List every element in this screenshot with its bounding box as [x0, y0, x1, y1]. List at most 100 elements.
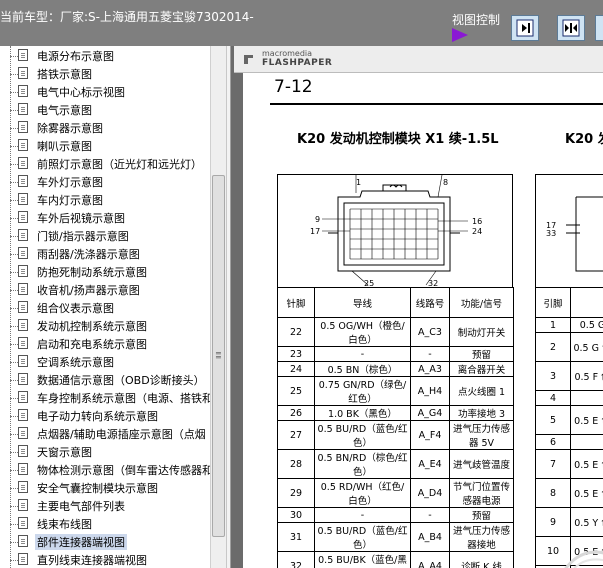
- tree-item[interactable]: 车身控制系统示意图（电源、搭铁和: [0, 389, 210, 407]
- table-row: 320.5 BU/BK（蓝色/黑色）A_A4诊断 K 线: [277, 551, 514, 568]
- tree-item[interactable]: 收音机/扬声器示意图: [0, 281, 210, 299]
- tree-item-label: 车内灯示意图: [37, 194, 103, 207]
- view-more-button[interactable]: [595, 15, 603, 41]
- play-arrow-icon[interactable]: [452, 28, 468, 42]
- tree-item-label: 除雾器示意图: [37, 122, 103, 135]
- page-title: 7-12: [274, 77, 313, 97]
- tree-item[interactable]: 门锁/指示器示意图: [0, 227, 210, 245]
- document-icon: [18, 463, 28, 475]
- tree-item[interactable]: 安全气囊控制模块示意图: [0, 479, 210, 497]
- scrollbar-thumb[interactable]: ═ ═: [212, 175, 225, 537]
- tree-item-label: 线束布线图: [37, 518, 92, 531]
- tree-item[interactable]: 启动和充电系统示意图: [0, 335, 210, 353]
- tree-item[interactable]: 搭铁示意图: [0, 65, 210, 83]
- cell-pin: 31: [277, 522, 315, 552]
- tree-item[interactable]: 车外后视镜示意图: [0, 209, 210, 227]
- table-row: 23- - 预留: [277, 346, 514, 362]
- table-row: 70.5 E 色: [535, 449, 603, 479]
- tree-item[interactable]: 电气示意图: [0, 101, 210, 119]
- tree-item-label: 雨刮器/洗涤器示意图: [37, 248, 140, 261]
- header-pin-partial: 引脚: [535, 287, 571, 318]
- pin-label-9: 9: [315, 215, 320, 224]
- tree-item[interactable]: 物体检测示意图（倒车雷达传感器和: [0, 461, 210, 479]
- cell-wire: 0.5 BU/RD（蓝色/红色）: [314, 522, 411, 552]
- tree-item[interactable]: 组合仪表示意图: [0, 299, 210, 317]
- header-pin: 针脚: [277, 287, 315, 318]
- tree-item[interactable]: 车外灯示意图: [0, 173, 210, 191]
- tree-item[interactable]: 雨刮器/洗涤器示意图: [0, 245, 210, 263]
- table-row: 30- - 预留: [277, 507, 514, 523]
- tree-item-label: 空调系统示意图: [37, 356, 114, 369]
- tree-item[interactable]: 车内灯示意图: [0, 191, 210, 209]
- cell-pin: 5: [535, 405, 571, 435]
- table-row: 22 0.5 OG/WH（橙色/白色） A_C3 制动灯开关: [277, 317, 514, 347]
- view-split-button[interactable]: [557, 15, 585, 41]
- cell-circuit: A_A3: [410, 361, 450, 377]
- pin-label-33: 33: [546, 229, 556, 238]
- tree-item[interactable]: 喇叭示意图: [0, 137, 210, 155]
- cell-pin: 23: [277, 346, 315, 362]
- document-icon: [18, 391, 28, 403]
- tree-item-label: 直列线束连接器端视图: [37, 554, 147, 567]
- tree-item-label: 天窗示意图: [37, 446, 92, 459]
- cell-circuit: -: [410, 507, 450, 523]
- table-row: 29 0.5 RD/WH（红色/白色） A_D4 节气门位置传感器电源: [277, 478, 514, 508]
- tree-item-label: 物体检测示意图（倒车雷达传感器和: [37, 464, 210, 477]
- document-viewer: macromedia FLASHPAPER 7-12 K20 发动机控制模块 X…: [231, 46, 603, 568]
- cell-wire: 0.5 F 色: [570, 361, 603, 391]
- document-icon: [18, 193, 28, 205]
- tree-item[interactable]: 防抱死制动系统示意图: [0, 263, 210, 281]
- flashpaper-logo-icon: [244, 55, 253, 64]
- document-icon: [18, 427, 28, 439]
- cell-pin: 1: [535, 317, 571, 333]
- tree-item-label: 防抱死制动系统示意图: [37, 266, 147, 279]
- tree-item-label: 车身控制系统示意图（电源、搭铁和: [37, 392, 210, 405]
- tree-item[interactable]: 主要电气部件列表: [0, 497, 210, 515]
- tree-item[interactable]: 线束布线图: [0, 515, 210, 533]
- tree-item[interactable]: 数据通信示意图（OBD诊断接头）: [0, 371, 210, 389]
- cell-pin: 28: [277, 449, 315, 479]
- document-icon: [18, 553, 28, 565]
- tree-item-label: 部件连接器端视图: [35, 534, 127, 550]
- tree-item-label: 点烟器/辅助电源插座示意图（点烟: [37, 428, 206, 441]
- cell-wire: [570, 434, 603, 450]
- tree-item-label: 主要电气部件列表: [37, 500, 125, 513]
- table-row: 28 0.5 BN/RD（棕色/红色） A_E4 进气歧管温度: [277, 449, 514, 479]
- cell-pin: 2: [535, 332, 571, 362]
- cell-func: 功率接地 3: [449, 405, 514, 421]
- cell-wire: -: [314, 507, 411, 523]
- document-icon: [18, 373, 28, 385]
- tree-item[interactable]: 电气中心标示视图: [0, 83, 210, 101]
- header-wire-partial: [570, 287, 603, 318]
- tree-item[interactable]: 空调系统示意图: [0, 353, 210, 371]
- cell-pin: 8: [535, 478, 571, 508]
- tree-item-label: 车外后视镜示意图: [37, 212, 125, 225]
- document-icon: [18, 85, 28, 97]
- cell-func: 点火线圈 1: [449, 376, 514, 406]
- tree-item-label: 电气中心标示视图: [37, 86, 125, 99]
- tree-item[interactable]: 电源分布示意图: [0, 47, 210, 65]
- tree-item[interactable]: 点烟器/辅助电源插座示意图（点烟: [0, 425, 210, 443]
- view-single-page-button[interactable]: [511, 15, 539, 41]
- tree-scrollbar[interactable]: ═ ═: [210, 46, 226, 568]
- cell-func: 离合器开关: [449, 361, 514, 377]
- cell-func: 节气门位置传感器电源: [449, 478, 514, 508]
- table-row: 6: [535, 434, 603, 450]
- tree-item[interactable]: 前照灯示意图（近光灯和远光灯）: [0, 155, 210, 173]
- tree-item[interactable]: 天窗示意图: [0, 443, 210, 461]
- document-icon: [18, 139, 28, 151]
- table-row: 1 0.5 G: [535, 317, 603, 333]
- document-icon: [18, 49, 28, 61]
- cell-func: 诊断 K 线: [449, 551, 514, 568]
- tree-item[interactable]: 电子动力转向系统示意图: [0, 407, 210, 425]
- tree-item[interactable]: 直列线束连接器端视图: [0, 551, 210, 568]
- cell-func: 进气压力传感器接地: [449, 522, 514, 552]
- cell-wire: 0.5 Y 色: [570, 507, 603, 537]
- tree-item-label: 搭铁示意图: [37, 68, 92, 81]
- tree-item[interactable]: 发动机控制系统示意图: [0, 317, 210, 335]
- cell-circuit: A_A4: [410, 551, 450, 568]
- tree-item[interactable]: 部件连接器端视图: [0, 533, 210, 551]
- tree-item[interactable]: 除雾器示意图: [0, 119, 210, 137]
- document-icon: [18, 319, 28, 331]
- tree-item-label: 电气示意图: [37, 104, 92, 117]
